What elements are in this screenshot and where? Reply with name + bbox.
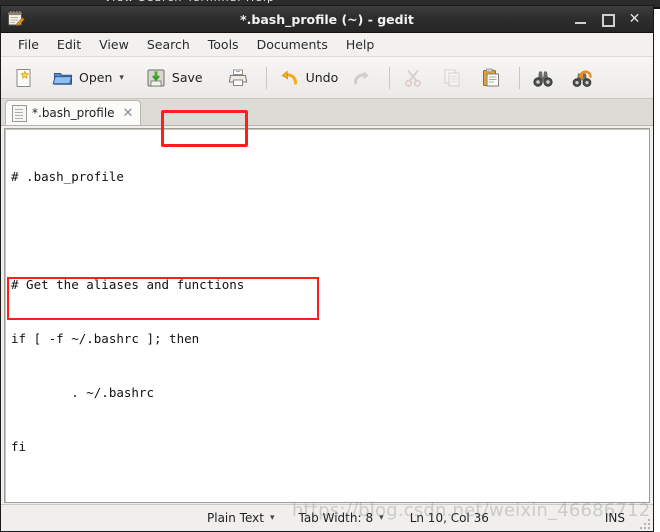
gedit-window: *.bash_profile (~) - gedit ✕ File Edit V… — [0, 5, 654, 532]
chevron-down-icon[interactable]: ▾ — [119, 73, 124, 83]
clipboard-paste-icon — [480, 67, 502, 89]
tab-label: *.bash_profile — [32, 106, 115, 120]
document-tabbar: *.bash_profile ✕ — [1, 99, 653, 126]
open-label: Open — [79, 70, 113, 85]
menu-help[interactable]: Help — [337, 35, 384, 54]
tab-width-label: Tab Width: — [298, 511, 362, 525]
chevron-down-icon: ▾ — [269, 513, 275, 523]
undo-label: Undo — [305, 70, 339, 85]
toolbar-separator — [389, 66, 391, 89]
menu-edit[interactable]: Edit — [48, 35, 90, 54]
find-button[interactable] — [526, 62, 565, 94]
paste-button[interactable] — [474, 62, 513, 94]
copy-button[interactable] — [435, 62, 474, 94]
language-label: Plain Text — [207, 511, 264, 525]
printer-icon — [227, 67, 249, 89]
undo-button[interactable]: Undo — [273, 62, 345, 94]
replace-button[interactable] — [565, 62, 604, 94]
code-line: # Get the aliases and functions — [11, 277, 245, 292]
gedit-app-icon — [7, 10, 25, 28]
scissors-icon — [402, 67, 424, 89]
text-view[interactable]: # .bash_profile # Get the aliases and fu… — [4, 128, 650, 503]
open-folder-icon — [52, 67, 74, 89]
language-selector[interactable]: Plain Text ▾ — [207, 511, 274, 525]
binoculars-find-icon — [532, 67, 554, 89]
tab-bash-profile[interactable]: *.bash_profile ✕ — [5, 100, 142, 125]
toolbar-separator — [265, 66, 267, 89]
save-floppy-icon — [145, 67, 167, 89]
code-line: # .bash_profile — [11, 169, 124, 184]
source-code: # .bash_profile # Get the aliases and fu… — [11, 132, 649, 502]
close-button[interactable]: ✕ — [628, 12, 641, 26]
menu-search[interactable]: Search — [138, 35, 199, 54]
redo-arrow-icon — [350, 67, 372, 89]
code-line: fi — [11, 439, 27, 454]
minimize-button[interactable] — [574, 13, 587, 26]
screen-root: View Search Terminal Help f s m c s s — [0, 0, 660, 532]
print-button[interactable] — [221, 62, 260, 94]
background-window-menu: View Search Terminal Help — [104, 0, 275, 4]
code-line: if [ -f ~/.bashrc ]; then — [11, 331, 200, 346]
menu-documents[interactable]: Documents — [248, 35, 337, 54]
menu-file[interactable]: File — [9, 35, 48, 54]
resize-grip[interactable] — [639, 518, 650, 529]
tab-close-icon[interactable]: ✕ — [123, 106, 134, 121]
toolbar: Open ▾ Save Undo — [1, 57, 653, 147]
toolbar-separator — [519, 66, 521, 89]
tab-width-value: 8 — [365, 511, 374, 525]
document-icon — [12, 104, 27, 122]
save-label: Save — [171, 70, 203, 85]
menu-view[interactable]: View — [90, 35, 138, 54]
chevron-down-icon: ▾ — [379, 513, 384, 523]
menu-tools[interactable]: Tools — [199, 35, 248, 54]
insert-mode-indicator: INS — [604, 511, 625, 525]
window-title: *.bash_profile (~) - gedit — [240, 11, 414, 27]
new-document-button[interactable] — [7, 62, 46, 94]
editor-area: # .bash_profile # Get the aliases and fu… — [1, 126, 653, 504]
statusbar: Plain Text ▾ Tab Width: 8 ▾ Ln 10, Col 3… — [1, 504, 653, 531]
window-controls: ✕ — [574, 12, 653, 27]
tab-width-selector[interactable]: Tab Width: 8 ▾ — [298, 511, 383, 525]
open-button[interactable]: Open ▾ — [46, 62, 130, 94]
copy-icon — [441, 67, 463, 89]
maximize-button[interactable] — [601, 13, 615, 27]
code-line: . ~/.bashrc — [11, 385, 154, 400]
cursor-position: Ln 10, Col 36 — [409, 511, 489, 525]
undo-arrow-icon — [279, 67, 301, 89]
find-replace-icon — [571, 67, 593, 89]
redo-button[interactable] — [344, 62, 383, 94]
window-titlebar[interactable]: *.bash_profile (~) - gedit ✕ — [1, 6, 653, 33]
menubar: File Edit View Search Tools Documents He… — [1, 33, 653, 57]
cut-button[interactable] — [396, 62, 435, 94]
save-button[interactable]: Save — [139, 62, 209, 94]
new-document-icon — [13, 67, 35, 89]
